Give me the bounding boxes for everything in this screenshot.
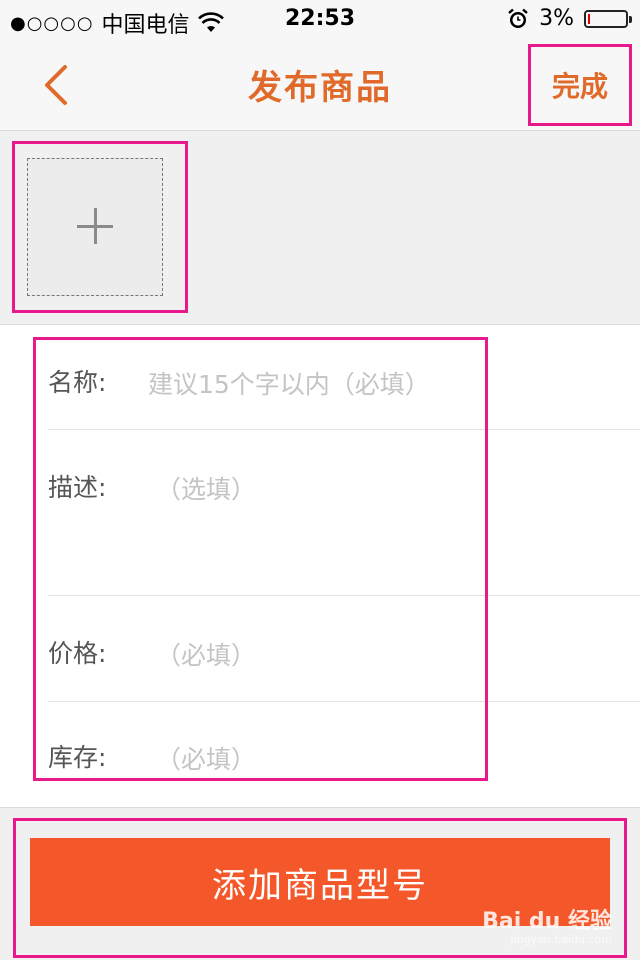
description-field-row: 描述: （选填） bbox=[48, 430, 640, 596]
app-screen: ●○○○○ 中国电信 22:53 3% 发布商品 完成 名称: 建议15个字以内… bbox=[0, 0, 640, 960]
navigation-bar: 发布商品 完成 bbox=[0, 40, 640, 131]
price-input[interactable]: （必填） bbox=[156, 636, 256, 672]
stock-input[interactable]: （必填） bbox=[156, 740, 256, 776]
description-label: 描述: bbox=[48, 473, 107, 502]
name-label: 名称: bbox=[48, 368, 107, 397]
baidu-jingyan-watermark: Bai du 经验 jingyan.baidu.com bbox=[482, 908, 612, 946]
add-product-model-label: 添加商品型号 bbox=[212, 865, 428, 906]
stock-label: 库存: bbox=[48, 743, 107, 772]
battery-icon bbox=[584, 9, 632, 28]
watermark-url: jingyan.baidu.com bbox=[510, 932, 612, 946]
status-bar: ●○○○○ 中国电信 22:53 3% bbox=[0, 0, 640, 40]
name-input[interactable]: 建议15个字以内（必填） bbox=[148, 365, 430, 401]
status-right: 3% bbox=[507, 6, 632, 31]
name-field-row: 名称: 建议15个字以内（必填） bbox=[48, 325, 640, 430]
price-label: 价格: bbox=[48, 639, 107, 668]
done-button[interactable]: 完成 bbox=[528, 44, 632, 126]
battery-percentage: 3% bbox=[539, 6, 574, 31]
battery-level bbox=[588, 13, 590, 24]
bottom-section: 添加商品型号 Bai du 经验 jingyan.baidu.com bbox=[0, 808, 640, 960]
description-input[interactable]: （选填） bbox=[156, 470, 256, 506]
add-photo-button[interactable] bbox=[27, 158, 163, 296]
product-form: 名称: 建议15个字以内（必填） 描述: （选填） 价格: （必填） 库存: （… bbox=[0, 325, 640, 808]
photo-highlight-box bbox=[12, 141, 188, 313]
plus-icon-vertical bbox=[94, 208, 97, 244]
price-field-row: 价格: （必填） bbox=[48, 596, 640, 702]
watermark-brand: Bai du 经验 bbox=[482, 908, 612, 934]
done-button-label: 完成 bbox=[551, 70, 608, 103]
alarm-clock-icon bbox=[507, 8, 529, 30]
photo-upload-section bbox=[0, 131, 640, 325]
stock-field-row: 库存: （必填） bbox=[48, 702, 640, 807]
